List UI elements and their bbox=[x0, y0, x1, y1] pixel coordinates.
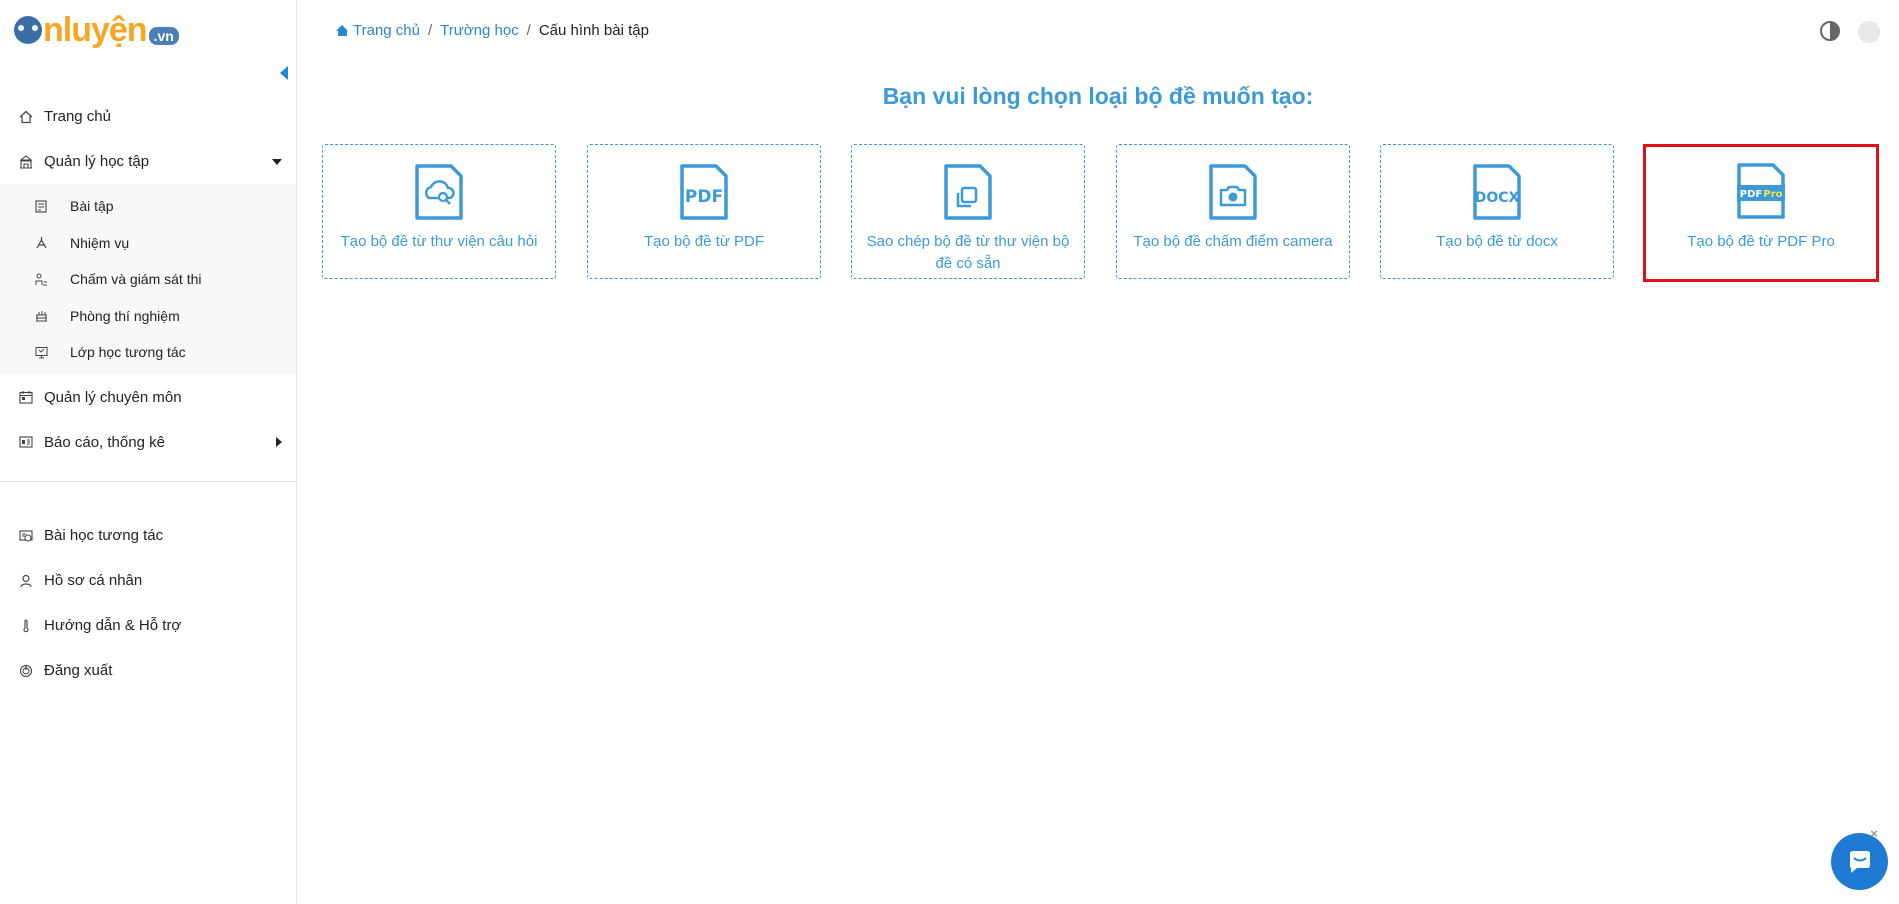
sidebar-bottom-nav: Bài học tương tác Hồ sơ cá nhân Hướng dẫ… bbox=[0, 513, 296, 693]
theme-toggle-icon[interactable] bbox=[1820, 21, 1840, 41]
breadcrumb-separator: / bbox=[526, 22, 531, 39]
chevron-right-icon bbox=[276, 436, 282, 447]
sidebar-item-label: Bài học tương tác bbox=[44, 527, 164, 544]
breadcrumb: Trang chủ / Trường học / Cấu hình bài tậ… bbox=[336, 22, 649, 39]
card-label: Sao chép bộ đề từ thư viện bộ đề có sẵn bbox=[866, 233, 1070, 272]
card-label: Tạo bộ đề từ thư viện câu hỏi bbox=[340, 233, 538, 250]
sidebar-item-profile[interactable]: Hồ sơ cá nhân bbox=[0, 558, 296, 603]
sidebar-item-label: Hồ sơ cá nhân bbox=[44, 572, 143, 589]
card-label: Tạo bộ đề từ PDF bbox=[643, 233, 765, 250]
cloud-search-doc-icon bbox=[415, 164, 463, 220]
card-label: Tạo bộ đề từ PDF Pro bbox=[1687, 233, 1835, 250]
avatar[interactable] bbox=[1858, 21, 1880, 43]
sidebar-nav: Trang chủ Quản lý học tập Bài tập Nhiệm … bbox=[0, 94, 296, 465]
sidebar-item-label: Hướng dẫn & Hỗ trợ bbox=[44, 617, 182, 634]
learning-submenu: Bài tập Nhiệm vụ Chấm và giám sát thi Ph… bbox=[0, 184, 296, 375]
card-pdf-pro[interactable]: PDF Pro Tạo bộ đề từ PDF Pro bbox=[1643, 144, 1879, 282]
sidebar-item-logout[interactable]: Đăng xuất bbox=[0, 648, 296, 693]
card-label: Tạo bộ đề chấm điểm camera bbox=[1133, 233, 1333, 250]
pro-badge: Pro bbox=[1763, 189, 1782, 200]
logo-text: nluyện bbox=[43, 11, 148, 49]
chat-icon bbox=[1849, 850, 1870, 873]
monitor-icon bbox=[34, 345, 48, 359]
copy-doc-icon bbox=[944, 164, 992, 220]
card-docx[interactable]: DOCX Tạo bộ đề từ docx bbox=[1380, 144, 1614, 279]
sidebar-item-professional-management[interactable]: Quản lý chuyên môn bbox=[0, 375, 296, 420]
owl-logo-icon bbox=[14, 16, 42, 44]
thermometer-help-icon bbox=[18, 618, 34, 634]
sidebar-subitem-exercises[interactable]: Bài tập bbox=[0, 188, 296, 225]
sidebar-item-learning-management[interactable]: Quản lý học tập bbox=[0, 139, 296, 184]
sidebar-item-label: Đăng xuất bbox=[44, 662, 113, 679]
pdf-doc-icon: PDF bbox=[680, 164, 728, 220]
sidebar: nluyện .vn Trang chủ Quản lý học tập Bài… bbox=[0, 0, 297, 904]
breadcrumb-home-link[interactable]: Trang chủ bbox=[353, 22, 420, 39]
user-icon bbox=[18, 573, 34, 589]
sidebar-subitem-tasks[interactable]: Nhiệm vụ bbox=[0, 225, 296, 262]
sidebar-subitem-label: Lớp học tương tác bbox=[70, 344, 186, 361]
compass-icon bbox=[34, 236, 48, 250]
logo-suffix: .vn bbox=[148, 27, 179, 45]
breadcrumb-school-link[interactable]: Trường học bbox=[440, 22, 519, 39]
power-icon bbox=[18, 663, 34, 679]
page-title: Bạn vui lòng chọn loại bộ đề muốn tạo: bbox=[882, 83, 1314, 109]
sidebar-item-home[interactable]: Trang chủ bbox=[0, 94, 296, 139]
sidebar-divider bbox=[0, 481, 296, 482]
sidebar-item-label: Trang chủ bbox=[44, 108, 111, 125]
sidebar-item-help[interactable]: Hướng dẫn & Hỗ trợ bbox=[0, 603, 296, 648]
sidebar-item-label: Báo cáo, thống kê bbox=[44, 433, 165, 451]
sidebar-subitem-label: Nhiệm vụ bbox=[70, 234, 130, 251]
chevron-down-icon bbox=[272, 159, 282, 165]
sidebar-subitem-lab[interactable]: Phòng thí nghiệm bbox=[0, 298, 296, 335]
sidebar-item-label: Quản lý chuyên môn bbox=[44, 388, 182, 406]
close-icon[interactable]: × bbox=[1868, 827, 1880, 840]
card-camera-grading[interactable]: Tạo bộ đề chấm điểm camera bbox=[1116, 144, 1350, 279]
pdf-pro-doc-icon: PDF Pro bbox=[1737, 163, 1785, 219]
pdf-pro-badge: PDF bbox=[1740, 189, 1762, 200]
lab-icon bbox=[34, 309, 48, 323]
camera-doc-icon bbox=[1209, 164, 1257, 220]
calendar-icon bbox=[18, 389, 34, 405]
sidebar-subitem-label: Phòng thí nghiệm bbox=[70, 307, 180, 324]
exercise-icon bbox=[34, 199, 48, 213]
sidebar-subitem-grading[interactable]: Chấm và giám sát thi bbox=[0, 261, 296, 298]
sidebar-item-interactive-lessons[interactable]: Bài học tương tác bbox=[0, 513, 296, 558]
school-icon bbox=[18, 154, 34, 170]
home-icon bbox=[336, 25, 349, 36]
report-icon bbox=[18, 434, 34, 450]
breadcrumb-separator: / bbox=[427, 22, 433, 39]
sidebar-subitem-interactive-class[interactable]: Lớp học tương tác bbox=[0, 334, 296, 371]
grading-icon bbox=[34, 272, 48, 286]
card-copy-library[interactable]: Sao chép bộ đề từ thư viện bộ đề có sẵn bbox=[851, 144, 1085, 279]
sidebar-subitem-label: Bài tập bbox=[70, 198, 114, 215]
docx-badge: DOCX bbox=[1475, 190, 1520, 206]
card-label: Tạo bộ đề từ docx bbox=[1436, 233, 1558, 250]
docx-doc-icon: DOCX bbox=[1473, 164, 1521, 220]
card-question-library[interactable]: Tạo bộ đề từ thư viện câu hỏi bbox=[322, 144, 556, 279]
interactive-lesson-icon bbox=[18, 528, 34, 544]
pdf-badge: PDF bbox=[685, 187, 723, 207]
breadcrumb-current: Cấu hình bài tập bbox=[538, 22, 649, 39]
collapse-sidebar-button[interactable] bbox=[280, 66, 288, 80]
home-icon bbox=[18, 109, 34, 125]
logo[interactable]: nluyện .vn bbox=[14, 12, 179, 48]
sidebar-item-label: Quản lý học tập bbox=[44, 153, 150, 170]
card-pdf[interactable]: PDF Tạo bộ đề từ PDF bbox=[587, 144, 821, 279]
sidebar-item-reports[interactable]: Báo cáo, thống kê bbox=[0, 420, 296, 465]
chat-button[interactable] bbox=[1831, 833, 1888, 890]
sidebar-subitem-label: Chấm và giám sát thi bbox=[70, 271, 202, 288]
